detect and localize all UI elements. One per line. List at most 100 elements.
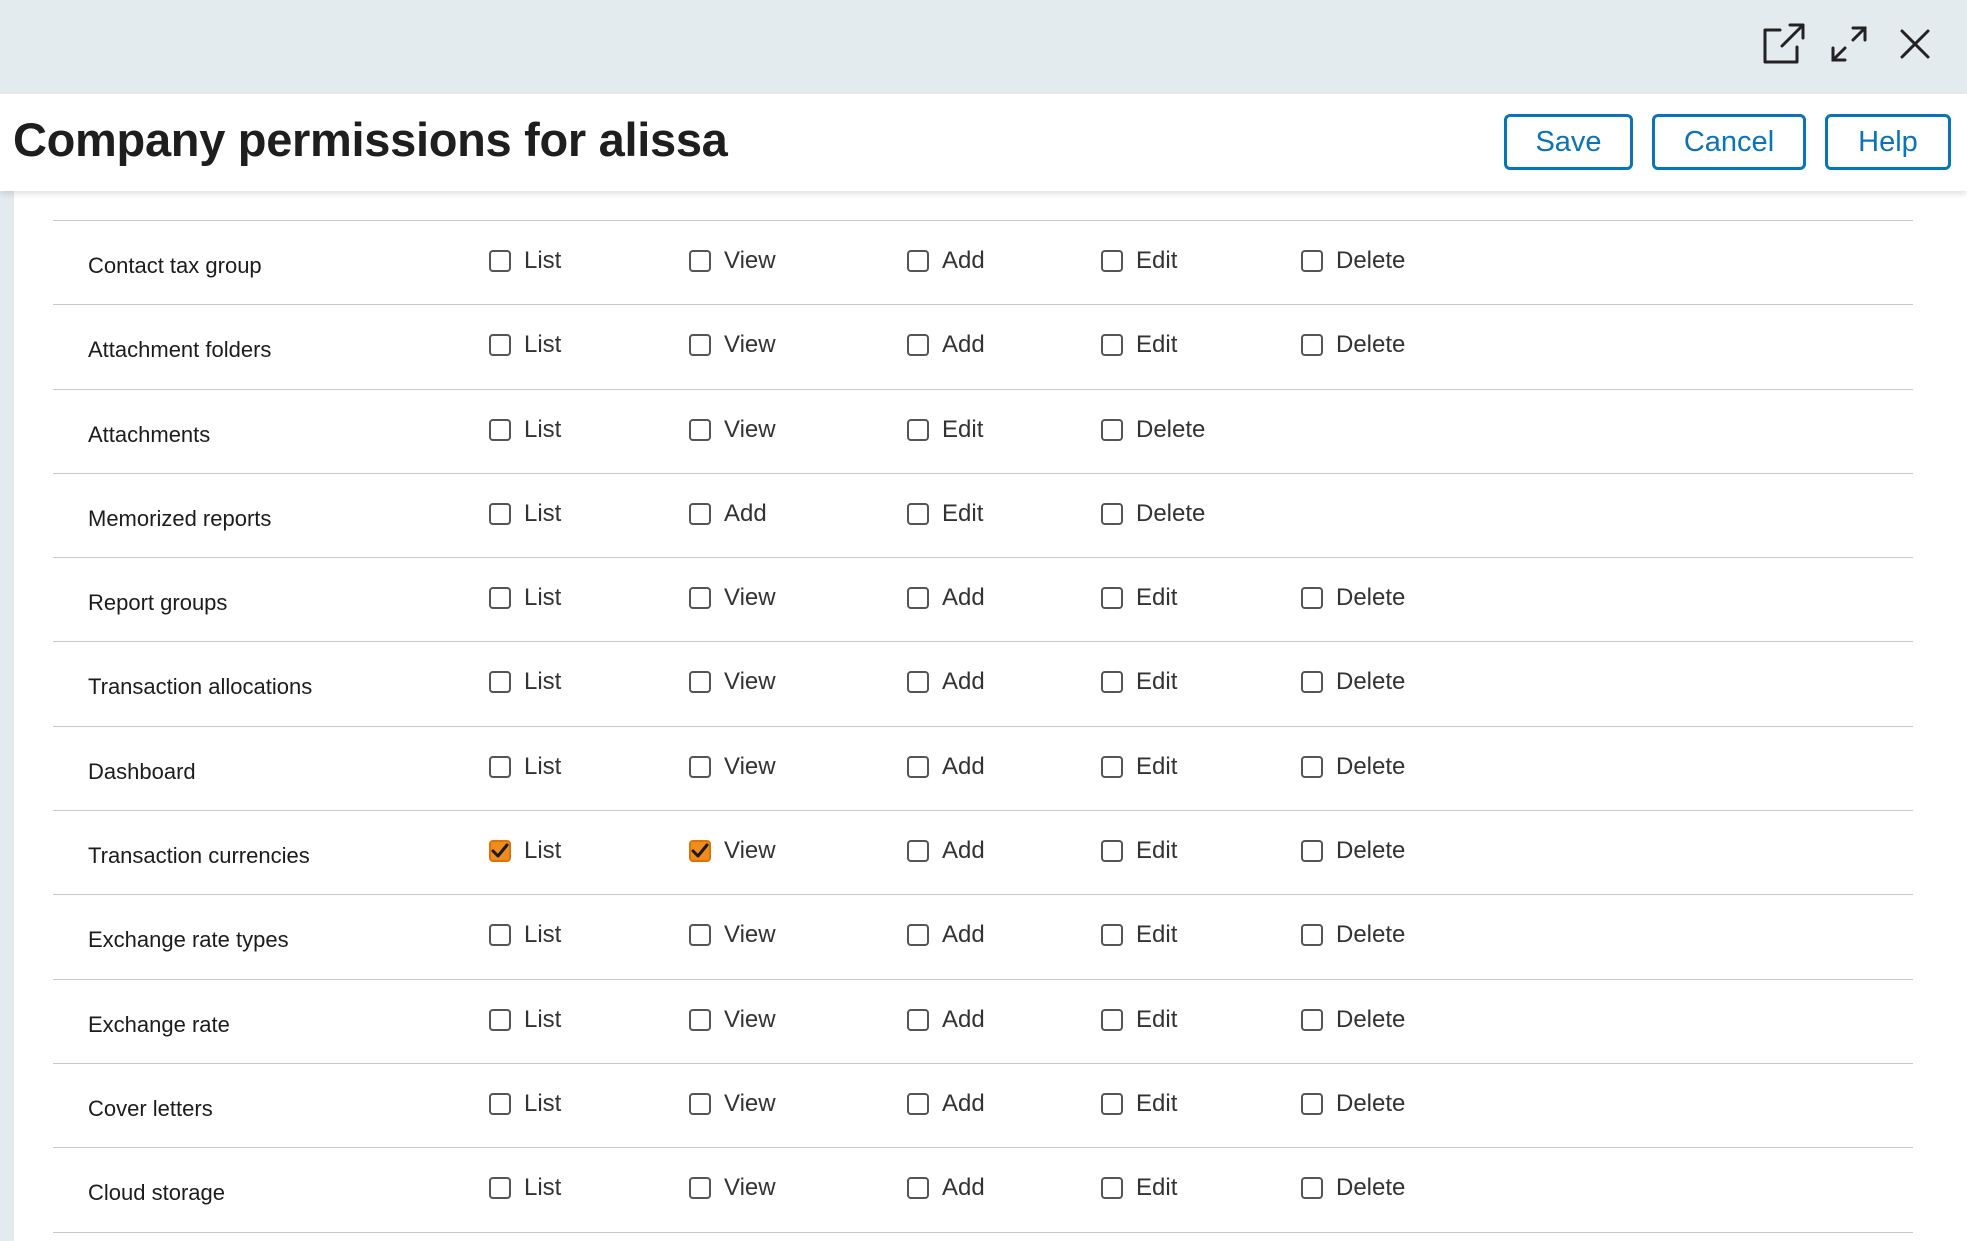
permission-option-delete[interactable]: Delete — [1301, 753, 1405, 781]
permission-option-list[interactable]: List — [489, 1174, 561, 1202]
permission-option-add[interactable]: Add — [907, 1174, 985, 1202]
permission-checkbox[interactable] — [489, 502, 511, 525]
permission-checkbox[interactable] — [1101, 1092, 1123, 1115]
permission-checkbox[interactable] — [1101, 840, 1123, 863]
permission-option-delete[interactable]: Delete — [1301, 584, 1405, 612]
permission-checkbox[interactable] — [1101, 418, 1123, 441]
permission-option-delete[interactable]: Delete — [1301, 247, 1405, 275]
permission-checkbox[interactable] — [689, 334, 711, 357]
permission-checkbox[interactable] — [489, 1008, 511, 1031]
permission-option-edit[interactable]: Edit — [1101, 837, 1177, 865]
permission-checkbox[interactable] — [1101, 250, 1123, 272]
permission-checkbox[interactable] — [1101, 587, 1123, 610]
permission-checkbox[interactable] — [689, 502, 711, 525]
permission-option-list[interactable]: List — [489, 416, 561, 444]
save-button[interactable]: Save — [1504, 114, 1633, 170]
permission-option-delete[interactable]: Delete — [1301, 331, 1405, 359]
permission-option-add[interactable]: Add — [907, 1006, 985, 1034]
permission-checkbox[interactable] — [689, 418, 711, 441]
permission-checkbox[interactable] — [907, 755, 929, 778]
permission-option-delete[interactable]: Delete — [1101, 416, 1205, 444]
permission-option-add[interactable]: Add — [907, 247, 985, 275]
help-button[interactable]: Help — [1825, 114, 1951, 170]
permission-checkbox[interactable] — [489, 1177, 511, 1200]
permission-option-add[interactable]: Add — [907, 331, 985, 359]
permission-option-list[interactable]: List — [489, 921, 561, 949]
permission-option-list[interactable]: List — [489, 753, 561, 781]
permission-checkbox[interactable] — [489, 250, 511, 272]
permission-checkbox[interactable] — [689, 1092, 711, 1115]
permission-option-list[interactable]: List — [489, 331, 561, 359]
permission-option-view[interactable]: View — [689, 668, 776, 696]
permission-checkbox[interactable] — [1301, 755, 1323, 778]
permission-checkbox[interactable] — [489, 418, 511, 441]
permission-checkbox[interactable] — [907, 334, 929, 357]
permission-option-view[interactable]: View — [689, 753, 776, 781]
permission-checkbox[interactable] — [1301, 1008, 1323, 1031]
permission-checkbox[interactable] — [907, 502, 929, 525]
permission-checkbox[interactable] — [489, 755, 511, 778]
permission-checkbox[interactable] — [1301, 671, 1323, 694]
permission-option-add[interactable]: Add — [907, 584, 985, 612]
permission-checkbox[interactable] — [1301, 250, 1323, 272]
permission-option-delete[interactable]: Delete — [1301, 668, 1405, 696]
permission-checkbox[interactable] — [689, 755, 711, 778]
permission-checkbox[interactable] — [1101, 924, 1123, 947]
permission-option-delete[interactable]: Delete — [1301, 1174, 1405, 1202]
permission-checkbox[interactable] — [907, 587, 929, 610]
permission-option-add[interactable]: Add — [907, 921, 985, 949]
permission-checkbox[interactable] — [907, 1092, 929, 1115]
permission-option-view[interactable]: View — [689, 1006, 776, 1034]
permission-checkbox[interactable] — [907, 1008, 929, 1031]
permission-option-delete[interactable]: Delete — [1301, 1006, 1405, 1034]
permission-checkbox[interactable] — [907, 418, 929, 441]
permission-checkbox[interactable] — [1301, 840, 1323, 863]
permission-checkbox[interactable] — [907, 250, 929, 272]
permission-option-edit[interactable]: Edit — [1101, 753, 1177, 781]
permission-option-delete[interactable]: Delete — [1301, 921, 1405, 949]
permission-option-edit[interactable]: Edit — [907, 500, 983, 528]
permission-checkbox[interactable] — [1301, 1177, 1323, 1200]
permission-option-list[interactable]: List — [489, 837, 561, 865]
permission-checkbox[interactable] — [1101, 334, 1123, 357]
permission-option-delete[interactable]: Delete — [1301, 837, 1405, 865]
permission-checkbox[interactable] — [489, 840, 511, 863]
permission-checkbox[interactable] — [689, 924, 711, 947]
permission-option-view[interactable]: View — [689, 331, 776, 359]
permission-option-view[interactable]: View — [689, 1174, 776, 1202]
permission-option-edit[interactable]: Edit — [907, 416, 983, 444]
permission-checkbox[interactable] — [689, 840, 711, 863]
permission-checkbox[interactable] — [1301, 587, 1323, 610]
permission-option-edit[interactable]: Edit — [1101, 1090, 1177, 1118]
permission-option-delete[interactable]: Delete — [1301, 1090, 1405, 1118]
permission-checkbox[interactable] — [489, 334, 511, 357]
permission-option-list[interactable]: List — [489, 584, 561, 612]
permission-option-view[interactable]: View — [689, 921, 776, 949]
permission-option-edit[interactable]: Edit — [1101, 921, 1177, 949]
permission-checkbox[interactable] — [489, 924, 511, 947]
permission-option-edit[interactable]: Edit — [1101, 1006, 1177, 1034]
permission-checkbox[interactable] — [689, 1177, 711, 1200]
permission-option-edit[interactable]: Edit — [1101, 1174, 1177, 1202]
permission-option-view[interactable]: View — [689, 837, 776, 865]
permission-option-list[interactable]: List — [489, 500, 561, 528]
permission-option-list[interactable]: List — [489, 668, 561, 696]
permission-option-edit[interactable]: Edit — [1101, 668, 1177, 696]
permission-checkbox[interactable] — [1301, 1092, 1323, 1115]
permission-option-add[interactable]: Add — [907, 668, 985, 696]
permission-checkbox[interactable] — [1101, 671, 1123, 694]
cancel-button[interactable]: Cancel — [1652, 114, 1806, 170]
permission-option-edit[interactable]: Edit — [1101, 584, 1177, 612]
permission-checkbox[interactable] — [907, 671, 929, 694]
permission-option-add[interactable]: Add — [907, 753, 985, 781]
permission-option-view[interactable]: View — [689, 1090, 776, 1118]
close-icon[interactable] — [1891, 20, 1939, 68]
permission-checkbox[interactable] — [907, 1177, 929, 1200]
open-in-new-window-icon[interactable] — [1759, 20, 1807, 68]
permission-option-view[interactable]: View — [689, 584, 776, 612]
permission-checkbox[interactable] — [689, 587, 711, 610]
permission-option-edit[interactable]: Edit — [1101, 331, 1177, 359]
permission-option-list[interactable]: List — [489, 247, 561, 275]
permission-option-delete[interactable]: Delete — [1101, 500, 1205, 528]
permission-option-edit[interactable]: Edit — [1101, 247, 1177, 275]
